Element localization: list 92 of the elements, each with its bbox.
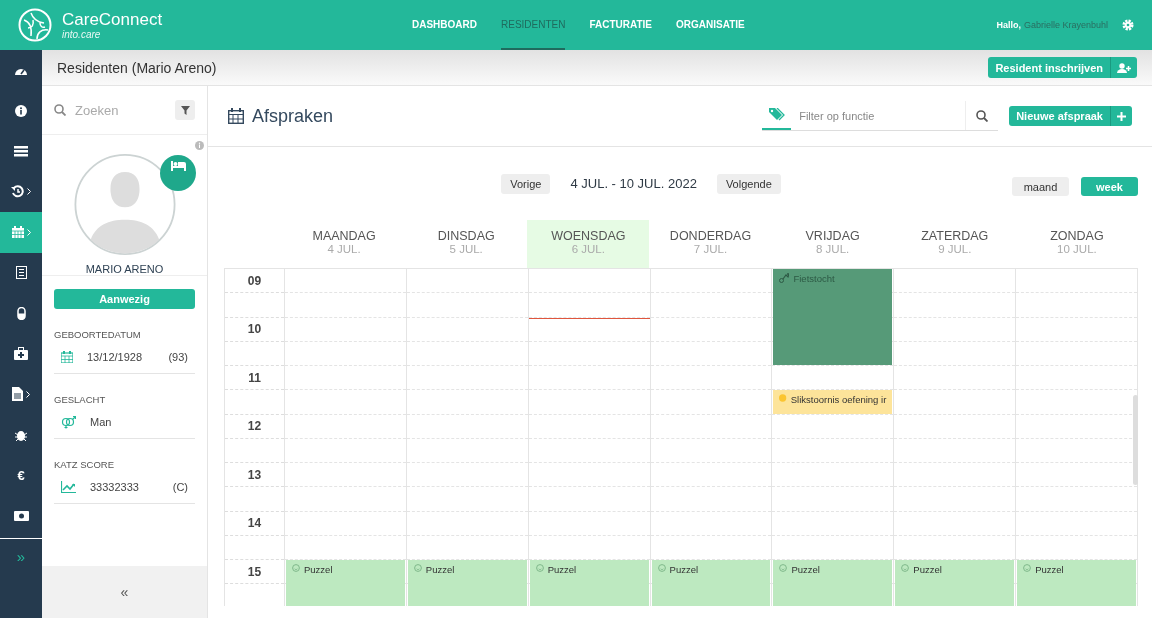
calendar-event[interactable]: Puzzel [773,560,893,606]
calendar-event[interactable]: Puzzel [529,560,649,606]
hour-label: 15 [247,564,262,579]
day-date: 5 JUL. [449,243,483,255]
day-date: 7 JUL. [693,243,728,255]
hour-label: 14 [247,516,262,530]
field-label: GEBOORTEDATUM [54,329,142,340]
chevron-right-icon [26,390,30,398]
field-value: 13/12/1928 [87,350,143,363]
bug-icon [15,428,27,442]
field-value: Man [90,415,112,428]
event-title: Puzzel [547,564,577,575]
checklist-icon [15,266,27,280]
hour-label: 13 [247,467,262,482]
plus-icon [1117,111,1126,121]
day-name: MAANDAG [312,229,376,243]
banknote-icon [13,510,29,521]
smile-icon [657,564,666,572]
list-icon [14,145,28,157]
day-date: 8 JUL. [816,243,850,255]
calendar-event[interactable]: Puzzel [286,560,405,606]
date-range: 4 JUL. - 10 JUL. 2022 [570,176,697,191]
day-name: ZATERDAG [921,229,989,243]
user-add-icon [1117,62,1131,73]
day-name: DINSDAG [437,229,495,243]
side-menu-item[interactable]: € [0,455,42,496]
event-title: Puzzel [425,564,455,575]
hour-label: 11 [248,370,261,385]
field-value: 33332333 [90,480,139,493]
event-title: Slikstoornis oefening ir [790,394,887,406]
day-date: 4 JUL. [327,243,361,255]
day-name: ZONDAG [1050,229,1104,243]
history-icon [11,185,24,199]
day-date: 10 JUL. [1057,243,1097,255]
day-date: 6 JUL. [571,243,605,255]
scrollbar[interactable] [1133,395,1138,485]
previous-button[interactable]: Vorige [501,173,551,194]
page-title: Residenten (Mario Areno) [57,59,217,76]
bed-icon [170,161,186,171]
greeting-text: Hallo, [996,20,1021,30]
pill-icon [16,306,26,320]
medkit-icon [14,347,28,361]
calendar-event[interactable]: Puzzel [407,560,527,606]
field-label: GESLACHT [54,394,107,405]
logo-icon [18,8,52,42]
app-subtitle: into.care [62,28,102,40]
smile-icon [901,564,910,572]
hour-label: 12 [247,419,262,433]
smile-icon [535,564,544,572]
day-name: WOENSDAG [551,229,626,243]
smile-icon [1023,564,1032,572]
tag-icon [768,108,785,121]
calendar-icon [228,108,244,124]
day-date: 9 JUL. [938,243,972,255]
day-name: DONDERDAG [669,229,752,243]
event-title: Puzzel [304,564,333,575]
collapse-panel-button[interactable]: « [42,566,207,618]
smile-icon [292,564,300,572]
event-title: Puzzel [913,564,942,575]
document-icon [12,387,23,402]
chevron-right-icon [27,188,31,196]
field-note: (C) [172,480,188,493]
day-name: VRIJDAG [805,229,860,243]
line-chart-icon [61,480,76,493]
smile-icon [413,564,422,572]
gender-icon [61,414,76,429]
field-label: KATZ SCORE [54,459,115,470]
dot-icon [779,394,787,403]
hour-label: 10 [247,322,262,336]
event-title: Puzzel [669,564,699,575]
filter-icon [180,105,190,115]
calendar-icon [11,226,24,239]
section-title: Afspraken [252,105,334,127]
calendar-event[interactable]: Puzzel [651,560,771,606]
app-name: CareConnect [62,10,163,29]
calendar-event[interactable]: Slikstoornis oefening ir [773,390,893,414]
search-icon [54,104,66,116]
calendar-event[interactable]: Puzzel [895,560,1015,606]
info-icon [15,104,27,117]
resident-name: MARIO ARENO [85,263,164,275]
calendar-event[interactable]: Puzzel [1017,560,1136,606]
calendar-icon [61,350,73,363]
event-title: Puzzel [791,564,820,575]
view-toggle[interactable]: maand [1012,177,1069,196]
smile-icon [779,564,788,572]
chevron-right-icon [26,228,31,236]
field-note: (93) [168,350,188,363]
event-title: Puzzel [1035,564,1064,575]
filter-button[interactable] [175,100,195,120]
hour-label: 09 [247,273,262,288]
next-button[interactable]: Volgende [716,173,781,194]
search-icon[interactable] [976,109,989,122]
